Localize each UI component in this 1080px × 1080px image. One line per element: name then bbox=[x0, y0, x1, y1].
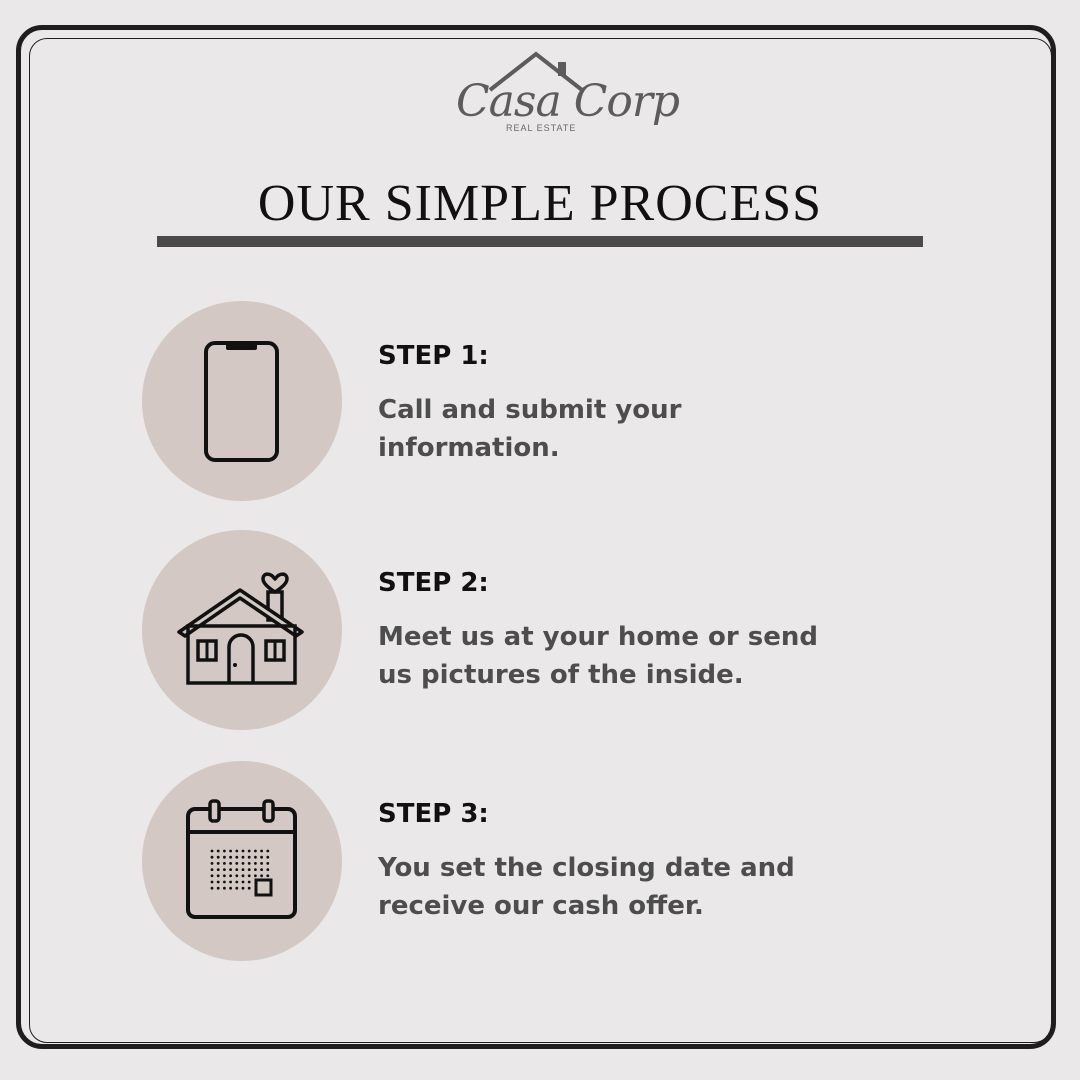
step-1-description: Call and submit your information. bbox=[378, 395, 682, 463]
step-1: STEP 1: Call and submit your information… bbox=[0, 301, 1080, 501]
step-3-label: STEP 3: bbox=[378, 799, 489, 829]
step-2-badge bbox=[142, 530, 342, 730]
step-1-badge bbox=[142, 301, 342, 501]
step-2-label: STEP 2: bbox=[378, 568, 489, 598]
smartphone-icon bbox=[204, 341, 279, 462]
step-3-badge bbox=[142, 761, 342, 961]
calendar-icon bbox=[186, 799, 297, 919]
title-divider bbox=[157, 236, 923, 247]
brand-logo: Casa Corp REAL ESTATE bbox=[450, 48, 680, 138]
step-2: STEP 2: Meet us at your home or send us … bbox=[0, 530, 1080, 730]
brand-tagline: REAL ESTATE bbox=[506, 123, 577, 133]
step-2-description: Meet us at your home or send us pictures… bbox=[378, 622, 818, 690]
step-3-description: You set the closing date and receive our… bbox=[378, 853, 795, 921]
brand-name: Casa Corp bbox=[456, 76, 680, 127]
step-1-label: STEP 1: bbox=[378, 341, 489, 371]
step-3: STEP 3: You set the closing date and rec… bbox=[0, 761, 1080, 961]
page-title: OUR SIMPLE PROCESS bbox=[257, 175, 823, 232]
house-heart-icon bbox=[177, 572, 304, 685]
